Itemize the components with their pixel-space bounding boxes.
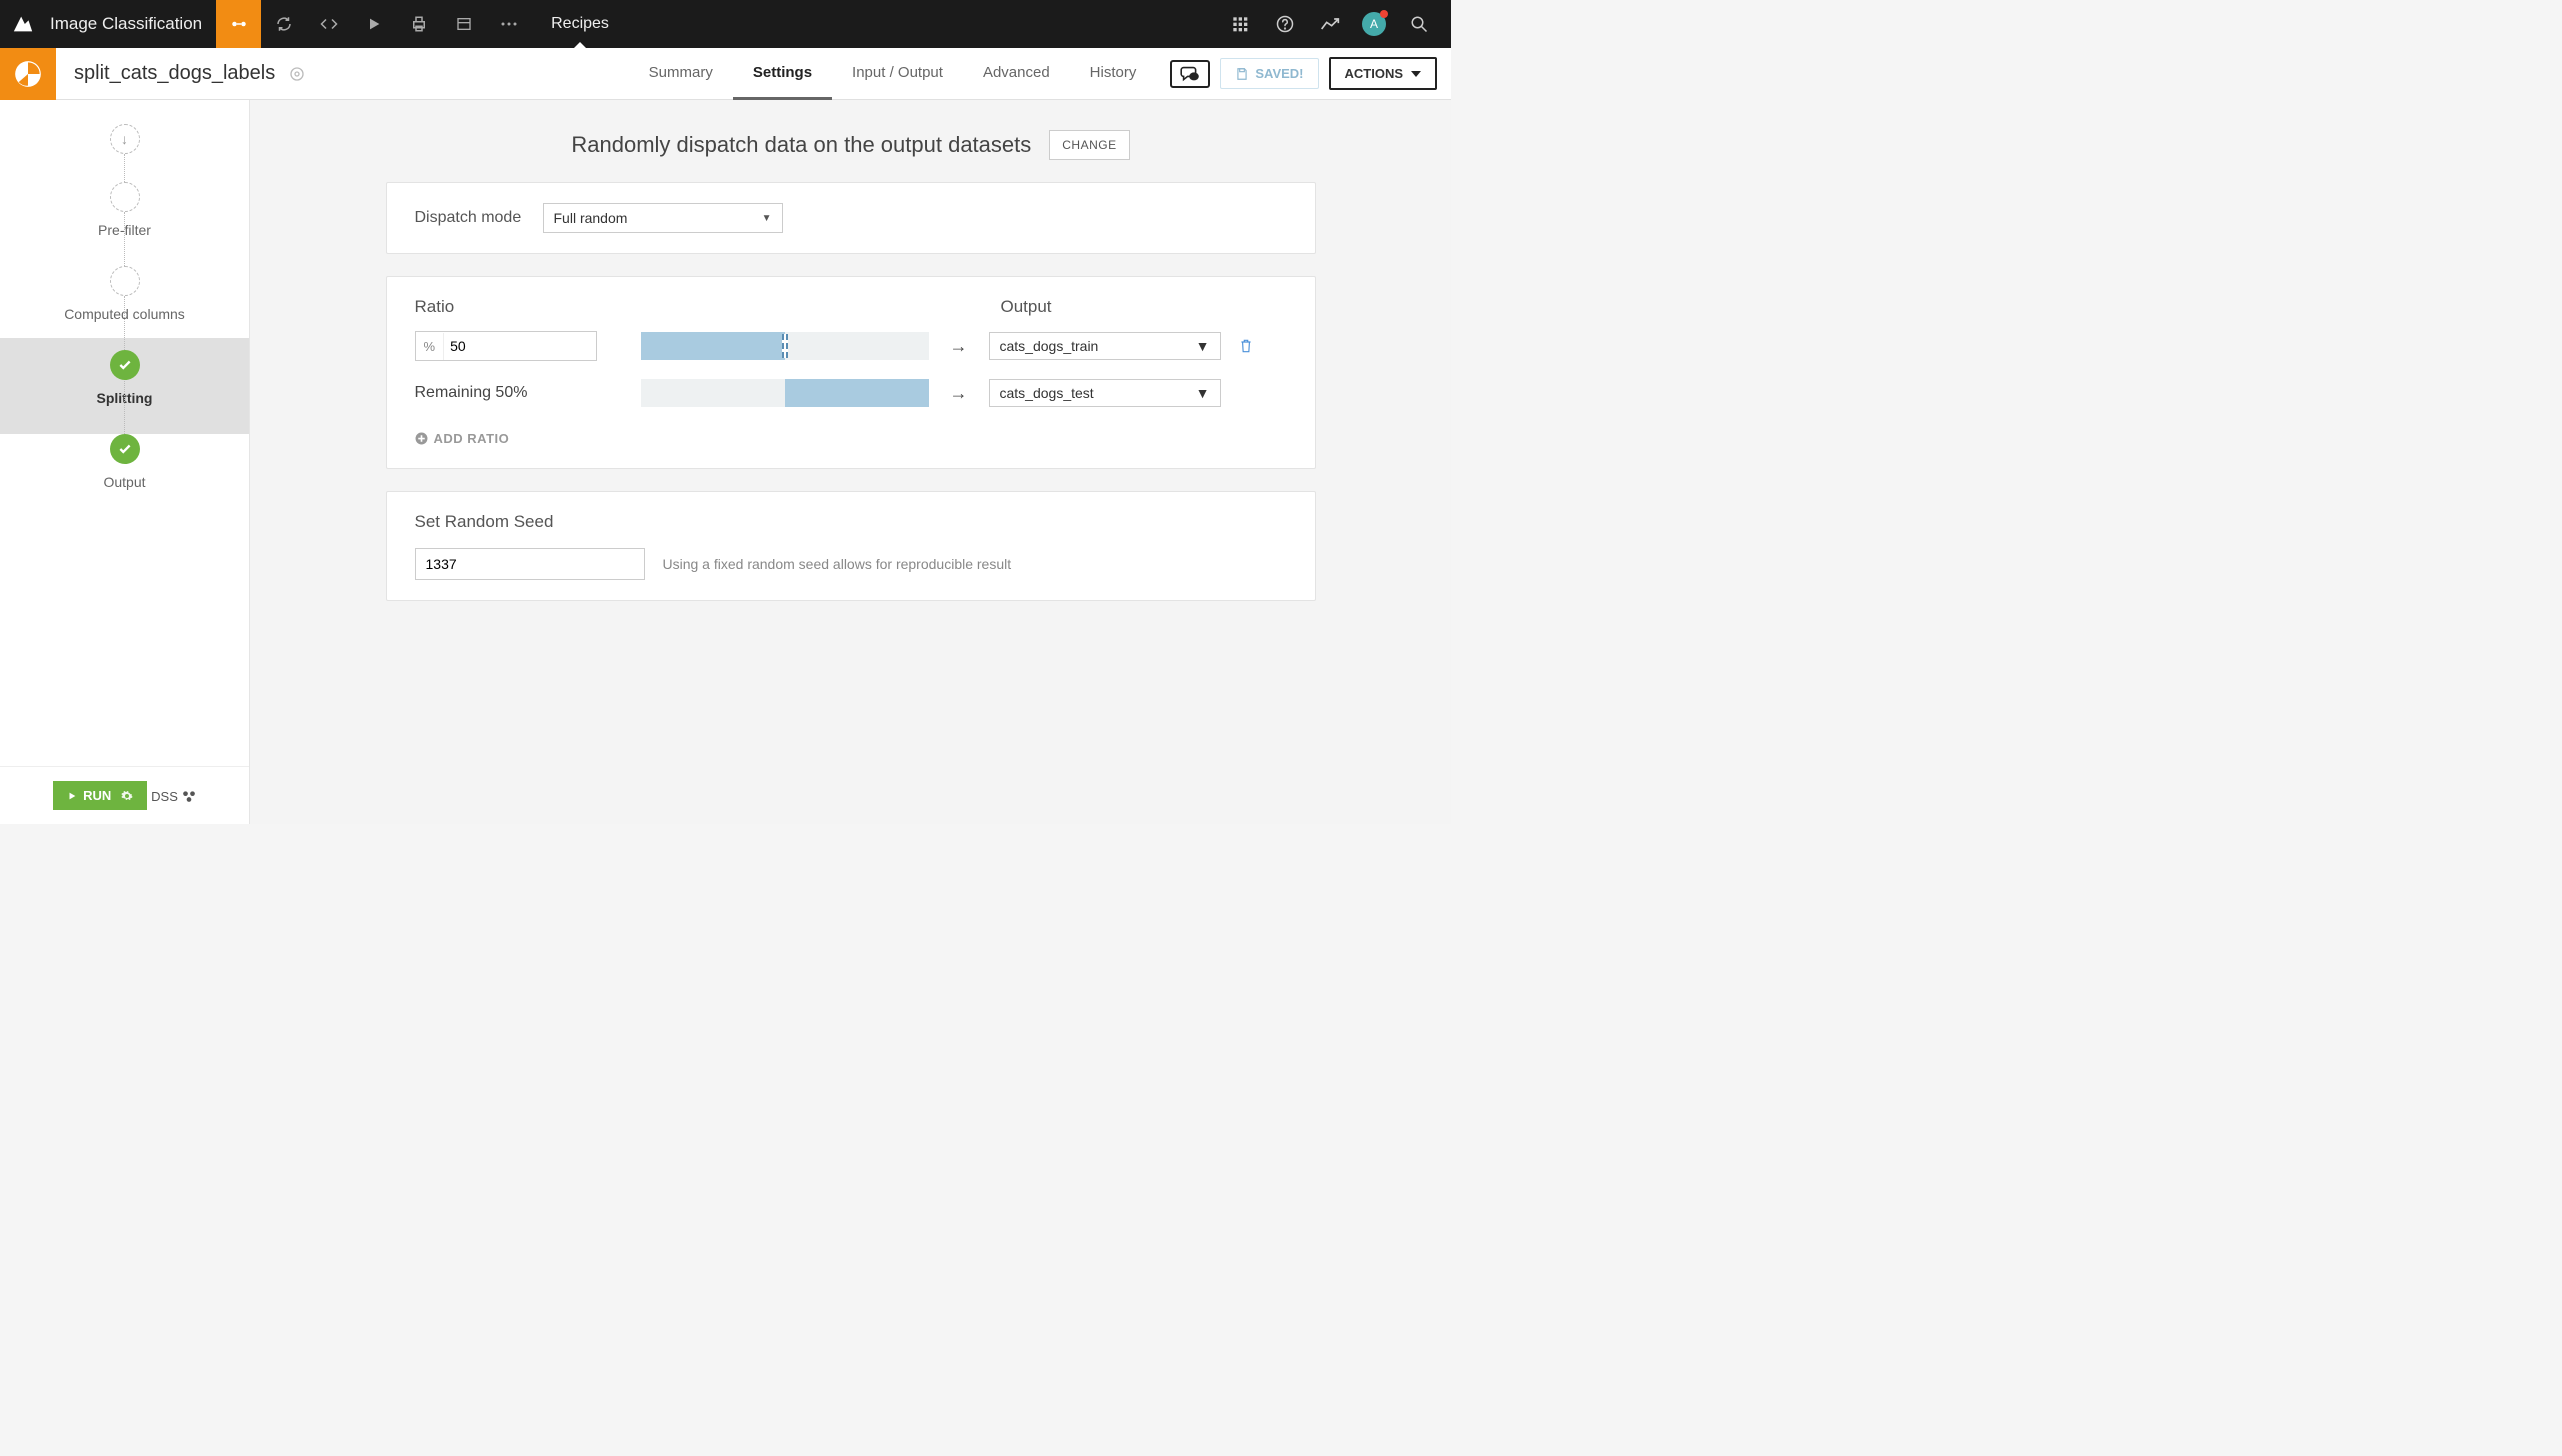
dss-link[interactable]: DSS xyxy=(151,789,196,804)
dispatch-panel: Dispatch mode Full random ▼ xyxy=(386,182,1316,254)
run-button[interactable]: RUN xyxy=(53,781,147,810)
tab-settings[interactable]: Settings xyxy=(733,48,832,100)
chevron-down-icon: ▼ xyxy=(1196,385,1210,401)
cycle-icon[interactable] xyxy=(261,0,306,48)
step-output[interactable]: Output xyxy=(0,434,249,518)
panel-icon[interactable] xyxy=(441,0,486,48)
chevron-down-icon: ▼ xyxy=(762,213,772,224)
activity-icon[interactable] xyxy=(1307,0,1352,48)
logo-icon[interactable] xyxy=(0,0,46,48)
avatar[interactable]: A xyxy=(1362,12,1386,36)
output-select-2[interactable]: cats_dogs_test ▼ xyxy=(989,379,1221,407)
ratio-bar-2 xyxy=(641,379,929,407)
arrow-icon: → xyxy=(929,336,989,357)
target-icon[interactable] xyxy=(285,62,309,86)
output-select-1[interactable]: cats_dogs_train ▼ xyxy=(989,332,1221,360)
tab-io[interactable]: Input / Output xyxy=(832,48,963,100)
ratio-row-remaining: Remaining 50% → cats_dogs_test ▼ xyxy=(415,379,1287,407)
tabs: Summary Settings Input / Output Advanced… xyxy=(629,48,1157,100)
remaining-label: Remaining 50% xyxy=(415,384,597,402)
flow-icon[interactable] xyxy=(216,0,261,48)
ratio-panel: Ratio Output % → cats_dogs_train ▼ xyxy=(386,276,1316,469)
tab-summary[interactable]: Summary xyxy=(629,48,733,100)
content: Randomly dispatch data on the output dat… xyxy=(250,100,1451,824)
recipe-name: split_cats_dogs_labels xyxy=(56,62,285,85)
trash-icon[interactable] xyxy=(1239,338,1253,354)
subheader: split_cats_dogs_labels Summary Settings … xyxy=(0,48,1451,100)
notification-dot xyxy=(1380,10,1388,18)
seed-title: Set Random Seed xyxy=(415,512,1287,532)
help-icon[interactable] xyxy=(1262,0,1307,48)
ratio-value-input[interactable] xyxy=(444,332,595,360)
apps-icon[interactable] xyxy=(1217,0,1262,48)
more-icon[interactable] xyxy=(486,0,531,48)
code-icon[interactable] xyxy=(306,0,351,48)
print-icon[interactable] xyxy=(396,0,441,48)
ratio-input[interactable]: % xyxy=(415,331,597,361)
chevron-down-icon: ▼ xyxy=(1196,338,1210,354)
step-prefilter[interactable]: Pre-filter xyxy=(0,182,249,266)
add-ratio-button[interactable]: ADD RATIO xyxy=(415,431,510,446)
percent-label: % xyxy=(416,333,445,360)
ratio-bar-1[interactable] xyxy=(641,332,929,360)
output-header: Output xyxy=(1001,297,1052,317)
dispatch-mode-label: Dispatch mode xyxy=(415,209,525,227)
seed-hint: Using a fixed random seed allows for rep… xyxy=(663,556,1012,572)
project-name[interactable]: Image Classification xyxy=(46,14,216,34)
seed-input[interactable] xyxy=(415,548,645,580)
step-splitting[interactable]: Splitting xyxy=(0,338,249,434)
saved-indicator: SAVED! xyxy=(1220,58,1318,89)
topbar: Image Classification Recipes A xyxy=(0,0,1451,48)
recipe-type-icon xyxy=(0,48,56,100)
ratio-header: Ratio xyxy=(415,297,1001,317)
breadcrumb-recipes[interactable]: Recipes xyxy=(531,0,629,48)
tab-history[interactable]: History xyxy=(1070,48,1157,100)
page-title: Randomly dispatch data on the output dat… xyxy=(571,132,1031,158)
step-input[interactable]: ↓ xyxy=(0,124,249,182)
ratio-row-1: % → cats_dogs_train ▼ xyxy=(415,331,1287,361)
discussions-button[interactable] xyxy=(1170,60,1210,88)
change-button[interactable]: CHANGE xyxy=(1049,130,1129,160)
gear-icon xyxy=(121,790,133,802)
search-icon[interactable] xyxy=(1396,0,1441,48)
dispatch-mode-select[interactable]: Full random ▼ xyxy=(543,203,783,233)
seed-panel: Set Random Seed Using a fixed random see… xyxy=(386,491,1316,601)
play-icon[interactable] xyxy=(351,0,396,48)
actions-button[interactable]: ACTIONS xyxy=(1329,57,1438,90)
sidebar: ↓ Pre-filter Computed columns Splitting xyxy=(0,100,250,824)
arrow-icon: → xyxy=(929,383,989,404)
slider-handle[interactable] xyxy=(782,334,788,358)
avatar-letter: A xyxy=(1370,17,1378,31)
tab-advanced[interactable]: Advanced xyxy=(963,48,1070,100)
